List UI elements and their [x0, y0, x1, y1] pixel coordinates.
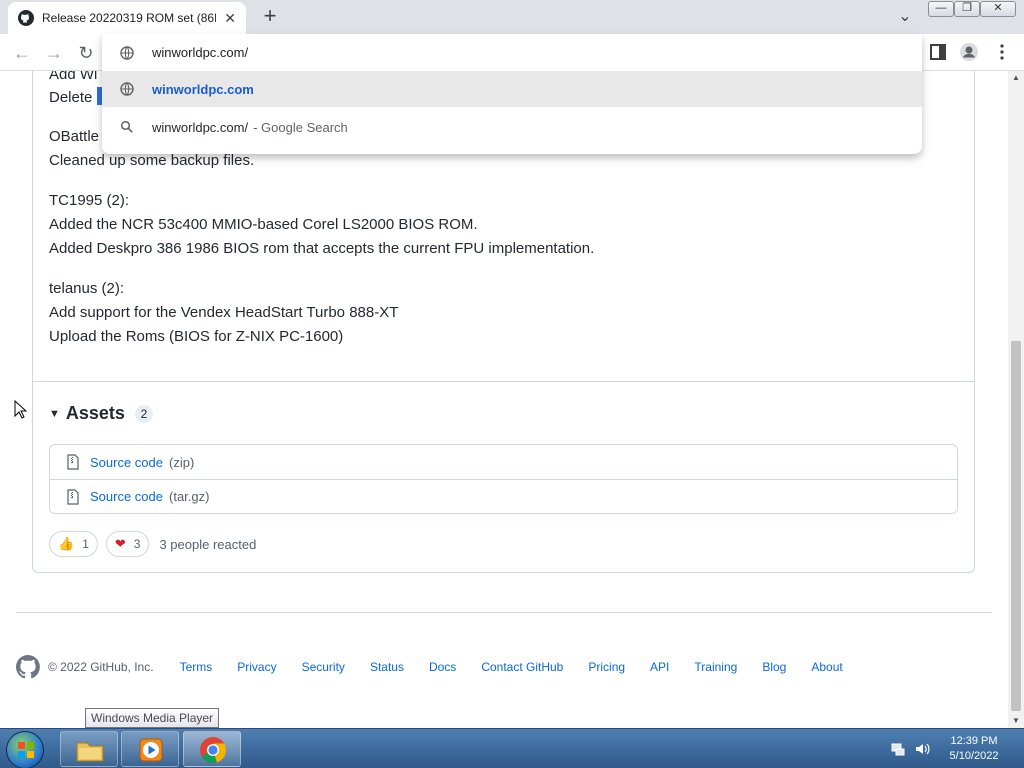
- asset-row[interactable]: Source code (zip): [50, 445, 957, 479]
- globe-icon: [120, 45, 134, 60]
- footer-copyright: © 2022 GitHub, Inc.: [48, 660, 154, 674]
- reaction-count: 1: [82, 537, 89, 551]
- release-note-line: Delete: [49, 86, 103, 110]
- caret-down-icon: ▼: [49, 407, 60, 420]
- site-footer: © 2022 GitHub, Inc. Terms Privacy Securi…: [16, 655, 996, 679]
- obattle-heading: OBattle: [49, 128, 100, 145]
- taskbar-tooltip: Windows Media Player: [85, 708, 220, 728]
- tc1995-heading: TC1995 (2):: [49, 192, 130, 209]
- suggestion-search-text: winworldpc.com/: [152, 119, 249, 135]
- chrome-icon: [200, 737, 227, 764]
- windows-taskbar: 12:39 PM 5/10/2022: [0, 728, 1024, 768]
- omnibox-suggestion-url[interactable]: winworldpc.com: [102, 71, 922, 107]
- minimize-button[interactable]: —: [928, 1, 954, 17]
- asset-extension[interactable]: (zip): [169, 455, 194, 470]
- back-button[interactable]: ←: [10, 41, 34, 65]
- browser-tab[interactable]: Release 20220319 ROM set (86Bo ✕: [8, 2, 246, 34]
- section-divider: [33, 381, 974, 382]
- telanus-heading: telanus (2):: [49, 280, 125, 297]
- maximize-button[interactable]: ❐: [954, 1, 980, 17]
- footer-link-training[interactable]: Training: [694, 660, 737, 674]
- footer-link-terms[interactable]: Terms: [180, 660, 213, 674]
- assets-count-badge: 2: [134, 404, 153, 423]
- suggestion-url-text: winworldpc.com: [152, 81, 254, 97]
- assets-title: Assets: [65, 403, 125, 423]
- media-player-icon: [139, 738, 163, 762]
- footer-link-privacy[interactable]: Privacy: [237, 660, 276, 674]
- reactions-bar: 👍 1 ❤ 3 3 people reacted: [49, 531, 256, 557]
- reload-button[interactable]: ↻: [74, 41, 98, 65]
- asset-link[interactable]: Source code: [90, 489, 163, 504]
- taskbar-media-player-button[interactable]: [121, 731, 179, 767]
- address-bar-input[interactable]: winworldpc.com/: [102, 34, 922, 71]
- asset-row[interactable]: Source code (tar.gz): [50, 479, 957, 513]
- reaction-heart[interactable]: ❤ 3: [105, 531, 150, 557]
- footer-link-status[interactable]: Status: [370, 660, 404, 674]
- footer-link-pricing[interactable]: Pricing: [588, 660, 625, 674]
- folder-icon: [76, 742, 104, 762]
- suggestion-search-suffix: - Google Search: [253, 119, 348, 135]
- profile-avatar-icon[interactable]: [959, 42, 979, 62]
- tab-search-icon[interactable]: ⌄: [894, 6, 916, 28]
- release-note-line: Added Deskpro 386 1986 BIOS rom that acc…: [49, 240, 595, 257]
- assets-list: Source code (zip) Source code (tar.gz): [49, 444, 958, 514]
- reaction-count: 3: [133, 537, 141, 551]
- taskbar-explorer-button[interactable]: [60, 731, 118, 767]
- github-mark-icon[interactable]: [16, 655, 40, 679]
- address-bar-value: winworldpc.com/: [152, 45, 249, 60]
- footer-divider: [16, 612, 992, 613]
- scroll-down-arrow-icon[interactable]: ▼: [1008, 714, 1024, 728]
- footer-link-blog[interactable]: Blog: [762, 660, 786, 674]
- new-tab-button[interactable]: +: [258, 4, 282, 28]
- start-button[interactable]: [6, 731, 44, 768]
- footer-link-api[interactable]: API: [650, 660, 669, 674]
- mouse-cursor-icon: [14, 400, 28, 419]
- system-clock[interactable]: 12:39 PM 5/10/2022: [936, 734, 1012, 764]
- footer-link-contact[interactable]: Contact GitHub: [481, 660, 563, 674]
- asset-extension[interactable]: (tar.gz): [169, 489, 209, 504]
- release-note-text: Delete: [49, 89, 93, 106]
- scroll-thumb[interactable]: [1011, 341, 1021, 711]
- network-tray-icon[interactable]: [890, 741, 906, 757]
- release-note-line: Add support for the Vendex HeadStart Tur…: [49, 304, 399, 321]
- omnibox-suggestion-search[interactable]: winworldpc.com/ - Google Search: [102, 109, 922, 145]
- search-icon: [120, 120, 133, 133]
- release-note-line: Upload the Roms (BIOS for Z-NIX PC-1600): [49, 328, 344, 345]
- forward-button[interactable]: →: [42, 41, 66, 65]
- clock-date: 5/10/2022: [949, 750, 999, 762]
- github-icon: [18, 10, 34, 26]
- menu-kebab-icon[interactable]: [992, 42, 1012, 62]
- assets-toggle[interactable]: ▼ Assets 2: [49, 403, 153, 424]
- file-zip-icon: [67, 488, 79, 505]
- clock-time: 12:39 PM: [950, 735, 998, 747]
- footer-link-docs[interactable]: Docs: [429, 660, 456, 674]
- reactions-summary: 3 people reacted: [159, 536, 257, 552]
- footer-link-security[interactable]: Security: [302, 660, 345, 674]
- heart-icon: ❤: [114, 536, 126, 551]
- release-note-line: Add Wi: [49, 71, 98, 83]
- volume-tray-icon[interactable]: [914, 741, 930, 757]
- globe-icon: [120, 82, 134, 96]
- page-scrollbar[interactable]: ▲ ▼: [1008, 71, 1024, 728]
- tab-close-icon[interactable]: ✕: [224, 10, 236, 27]
- scroll-up-arrow-icon[interactable]: ▲: [1008, 71, 1024, 85]
- windows-logo-icon: [18, 742, 34, 758]
- close-window-button[interactable]: ✕: [980, 1, 1016, 17]
- file-zip-icon: [67, 454, 79, 470]
- omnibox-dropdown: winworldpc.com/ winworldpc.com winworldp…: [102, 34, 922, 154]
- taskbar-chrome-button[interactable]: [183, 731, 241, 767]
- reaction-thumbs-up[interactable]: 👍 1: [49, 531, 98, 557]
- release-note-line: Added the NCR 53c400 MMIO-based Corel LS…: [49, 216, 478, 233]
- asset-link[interactable]: Source code: [90, 455, 163, 470]
- tab-strip: Release 20220319 ROM set (86Bo ✕ + ⌄ — ❐…: [0, 0, 1024, 34]
- thumbs-up-icon: 👍: [58, 536, 75, 551]
- side-panel-icon[interactable]: [928, 42, 948, 62]
- page-content: Add Wi Delete OBattle Cleaned up some ba…: [0, 71, 1008, 728]
- tab-title: Release 20220319 ROM set (86Bo: [42, 11, 217, 25]
- footer-link-about[interactable]: About: [811, 660, 842, 674]
